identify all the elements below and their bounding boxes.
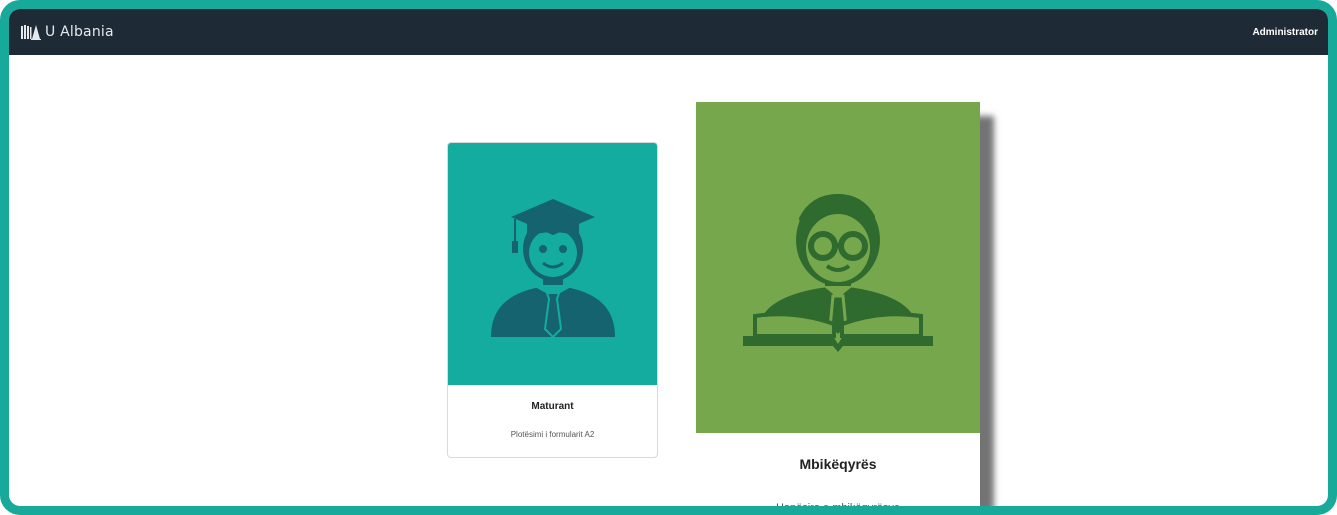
card-mbikeqyres[interactable]: Mbikëqyrës Hapësira e mbikëqyrësve [696, 102, 980, 514]
brand[interactable]: U Albania [21, 24, 114, 40]
card-title: Maturant [531, 401, 574, 412]
reader-supervisor-icon [743, 193, 933, 352]
card-image [448, 143, 657, 385]
card-subtitle: Hapësira e mbikëqyrësve [775, 502, 901, 514]
card-image [696, 102, 980, 433]
graduate-student-icon [490, 199, 615, 339]
app-window: U Albania Administrator Maturant Plotësi… [0, 0, 1337, 515]
brand-name: U Albania [45, 24, 114, 40]
navbar: U Albania Administrator [9, 9, 1328, 55]
books-logo-icon [21, 25, 41, 40]
user-menu[interactable]: Administrator [1252, 27, 1318, 38]
card-title: Mbikëqyrës [799, 456, 877, 472]
card-subtitle: Plotësimi i formularit A2 [510, 430, 595, 439]
card-maturant[interactable]: Maturant Plotësimi i formularit A2 [447, 142, 658, 458]
